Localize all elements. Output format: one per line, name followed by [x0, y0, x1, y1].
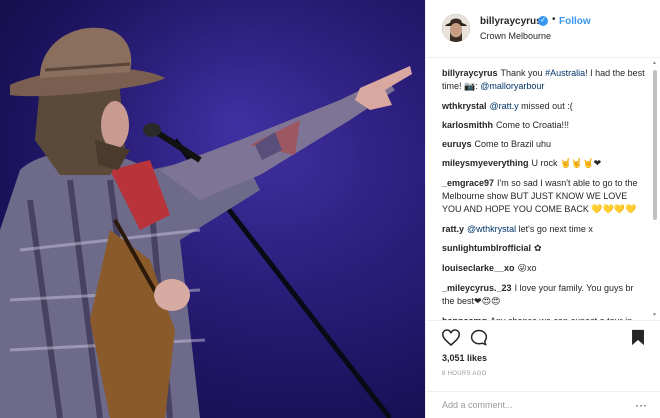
comment-username[interactable]: euruys [442, 139, 472, 149]
comment-item: karlosmithh Come to Croatia!!! [442, 119, 647, 132]
comment-text: Thank you [500, 68, 546, 78]
comment-emoji: 📷 [464, 82, 476, 92]
scroll-down-icon[interactable]: ▼ [652, 312, 657, 318]
comment-username[interactable]: mileysmyeverything [442, 158, 529, 168]
comment-input[interactable] [442, 400, 622, 410]
post-sidebar: billyraycyrus ✓ • Follow Crown Melbourne… [425, 0, 660, 418]
comment-item: billyraycyrus Thank you #Australia! I had… [442, 67, 647, 94]
comment-mention-link[interactable]: @wthkrystal [467, 224, 516, 234]
avatar-image [442, 14, 470, 42]
post-header: billyraycyrus ✓ • Follow Crown Melbourne [426, 0, 660, 58]
comment-username[interactable]: karlosmithh [442, 120, 493, 130]
comments-scrollbar[interactable]: ▲ ▼ [652, 58, 658, 320]
comment-emoji: 💛💛💛💛 [591, 205, 637, 215]
comment-text: xo [526, 263, 537, 273]
post-photo[interactable] [0, 0, 425, 418]
comment-item: _emgrace97 I'm so sad I wasn't able to go… [442, 177, 647, 217]
comment-emoji: ✿ [534, 244, 542, 254]
comment-username[interactable]: wthkrystal [442, 101, 487, 111]
comment-emoji: 🤘🤘🤘❤ [560, 159, 602, 169]
instagram-post-modal: billyraycyrus ✓ • Follow Crown Melbourne… [0, 0, 660, 418]
comment-text: let's go next time x [516, 224, 593, 234]
comment-username[interactable]: sunlightumblrofficial [442, 243, 531, 253]
comment-item: mileysmyeverything U rock 🤘🤘🤘❤ [442, 157, 647, 171]
comment-username[interactable]: billyraycyrus [442, 68, 498, 78]
more-options-icon[interactable]: ··· [635, 398, 647, 412]
add-comment-bar: ··· [426, 391, 660, 418]
comment-text: missed out :( [518, 101, 573, 111]
scroll-up-icon[interactable]: ▲ [652, 60, 657, 66]
comment-item: sunlightumblrofficial ✿ [442, 242, 647, 256]
comment-mention-link[interactable]: @ratt.y [490, 101, 519, 111]
post-actions: 3,051 likes 8 HOURS AGO ··· [426, 320, 660, 418]
concert-photo-illustration [0, 0, 425, 418]
comment-username[interactable]: louiseclarke__xo [442, 263, 515, 273]
comment-item: wthkrystal @ratt.y missed out :( [442, 100, 647, 113]
post-timestamp: 8 HOURS AGO [442, 371, 487, 377]
comments-list[interactable]: billyraycyrus Thank you #Australia! I had… [426, 58, 660, 320]
comment-text: U rock [531, 158, 561, 168]
comment-username[interactable]: ratt.y [442, 224, 464, 234]
post-location[interactable]: Crown Melbourne [480, 31, 551, 41]
comment-item: ratt.y @wthkrystal let's go next time x [442, 223, 647, 236]
follow-button[interactable]: Follow [559, 16, 591, 27]
comment-username[interactable]: _emgrace97 [442, 178, 494, 188]
comment-username[interactable]: _mileycyrus._23 [442, 283, 512, 293]
scrollbar-thumb[interactable] [653, 70, 657, 220]
comment-emoji: 😜 [517, 264, 527, 274]
bookmark-icon[interactable] [631, 329, 645, 348]
comment-text: Come to Brazil uhu [474, 139, 552, 149]
comment-emoji: ❤😍😍 [474, 297, 501, 307]
comment-item: _mileycyrus._23 I love your family. You g… [442, 282, 647, 309]
comment-text: Come to Croatia!!! [496, 120, 570, 130]
comment-item: euruys Come to Brazil uhu [442, 138, 647, 151]
heart-icon[interactable] [441, 329, 461, 348]
post-username[interactable]: billyraycyrus [480, 16, 542, 27]
comment-mention-link[interactable]: #Australia [545, 68, 585, 78]
separator-dot: • [552, 14, 556, 25]
comment-item: louiseclarke__xo 😜xo [442, 262, 647, 276]
likes-count[interactable]: 3,051 likes [442, 353, 487, 363]
verified-badge-icon: ✓ [538, 16, 548, 26]
comment-mention-link[interactable]: @malloryarbour [480, 81, 544, 91]
user-avatar[interactable] [442, 14, 470, 42]
comment-bubble-icon[interactable] [470, 329, 488, 348]
